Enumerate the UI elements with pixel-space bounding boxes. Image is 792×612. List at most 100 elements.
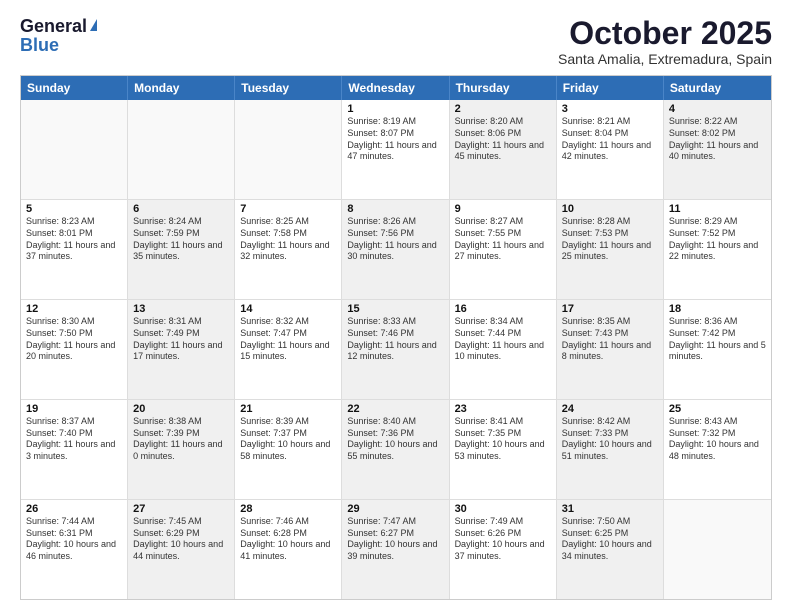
day-number: 31: [562, 503, 658, 515]
day-details: Sunrise: 7:50 AM Sunset: 6:25 PM Dayligh…: [562, 516, 658, 563]
day-number: 13: [133, 303, 229, 315]
day-number: 8: [347, 203, 443, 215]
day-cell-20: 20Sunrise: 8:38 AM Sunset: 7:39 PM Dayli…: [128, 400, 235, 499]
day-cell-2: 2Sunrise: 8:20 AM Sunset: 8:06 PM Daylig…: [450, 100, 557, 199]
day-header-sunday: Sunday: [21, 76, 128, 100]
day-number: 29: [347, 503, 443, 515]
day-details: Sunrise: 7:46 AM Sunset: 6:28 PM Dayligh…: [240, 516, 336, 563]
day-number: 1: [347, 103, 443, 115]
day-cell-6: 6Sunrise: 8:24 AM Sunset: 7:59 PM Daylig…: [128, 200, 235, 299]
day-details: Sunrise: 8:32 AM Sunset: 7:47 PM Dayligh…: [240, 316, 336, 363]
calendar-row-1: 5Sunrise: 8:23 AM Sunset: 8:01 PM Daylig…: [21, 199, 771, 299]
day-header-friday: Friday: [557, 76, 664, 100]
day-cell-13: 13Sunrise: 8:31 AM Sunset: 7:49 PM Dayli…: [128, 300, 235, 399]
logo: General Blue: [20, 16, 97, 56]
day-number: 17: [562, 303, 658, 315]
calendar-row-2: 12Sunrise: 8:30 AM Sunset: 7:50 PM Dayli…: [21, 299, 771, 399]
day-details: Sunrise: 8:22 AM Sunset: 8:02 PM Dayligh…: [669, 116, 766, 163]
empty-cell: [235, 100, 342, 199]
day-cell-25: 25Sunrise: 8:43 AM Sunset: 7:32 PM Dayli…: [664, 400, 771, 499]
day-details: Sunrise: 8:28 AM Sunset: 7:53 PM Dayligh…: [562, 216, 658, 263]
logo-line1: General: [20, 16, 97, 37]
day-cell-17: 17Sunrise: 8:35 AM Sunset: 7:43 PM Dayli…: [557, 300, 664, 399]
day-details: Sunrise: 8:42 AM Sunset: 7:33 PM Dayligh…: [562, 416, 658, 463]
location-subtitle: Santa Amalia, Extremadura, Spain: [558, 51, 772, 67]
day-details: Sunrise: 8:40 AM Sunset: 7:36 PM Dayligh…: [347, 416, 443, 463]
day-details: Sunrise: 8:26 AM Sunset: 7:56 PM Dayligh…: [347, 216, 443, 263]
day-details: Sunrise: 8:33 AM Sunset: 7:46 PM Dayligh…: [347, 316, 443, 363]
day-cell-15: 15Sunrise: 8:33 AM Sunset: 7:46 PM Dayli…: [342, 300, 449, 399]
calendar: SundayMondayTuesdayWednesdayThursdayFrid…: [20, 75, 772, 600]
day-details: Sunrise: 7:47 AM Sunset: 6:27 PM Dayligh…: [347, 516, 443, 563]
day-details: Sunrise: 8:30 AM Sunset: 7:50 PM Dayligh…: [26, 316, 122, 363]
day-details: Sunrise: 8:37 AM Sunset: 7:40 PM Dayligh…: [26, 416, 122, 463]
day-details: Sunrise: 8:39 AM Sunset: 7:37 PM Dayligh…: [240, 416, 336, 463]
day-details: Sunrise: 8:36 AM Sunset: 7:42 PM Dayligh…: [669, 316, 766, 363]
day-number: 20: [133, 403, 229, 415]
empty-cell: [664, 500, 771, 599]
day-cell-19: 19Sunrise: 8:37 AM Sunset: 7:40 PM Dayli…: [21, 400, 128, 499]
day-number: 11: [669, 203, 766, 215]
day-number: 27: [133, 503, 229, 515]
calendar-row-0: 1Sunrise: 8:19 AM Sunset: 8:07 PM Daylig…: [21, 100, 771, 199]
empty-cell: [128, 100, 235, 199]
calendar-row-4: 26Sunrise: 7:44 AM Sunset: 6:31 PM Dayli…: [21, 499, 771, 599]
day-number: 22: [347, 403, 443, 415]
calendar-row-3: 19Sunrise: 8:37 AM Sunset: 7:40 PM Dayli…: [21, 399, 771, 499]
calendar-body: 1Sunrise: 8:19 AM Sunset: 8:07 PM Daylig…: [21, 100, 771, 599]
day-details: Sunrise: 8:20 AM Sunset: 8:06 PM Dayligh…: [455, 116, 551, 163]
day-number: 18: [669, 303, 766, 315]
month-title: October 2025: [558, 16, 772, 51]
day-cell-28: 28Sunrise: 7:46 AM Sunset: 6:28 PM Dayli…: [235, 500, 342, 599]
day-details: Sunrise: 8:34 AM Sunset: 7:44 PM Dayligh…: [455, 316, 551, 363]
day-cell-29: 29Sunrise: 7:47 AM Sunset: 6:27 PM Dayli…: [342, 500, 449, 599]
day-number: 23: [455, 403, 551, 415]
day-number: 16: [455, 303, 551, 315]
day-details: Sunrise: 8:31 AM Sunset: 7:49 PM Dayligh…: [133, 316, 229, 363]
title-area: October 2025 Santa Amalia, Extremadura, …: [558, 16, 772, 67]
day-number: 6: [133, 203, 229, 215]
day-number: 15: [347, 303, 443, 315]
day-number: 28: [240, 503, 336, 515]
day-number: 19: [26, 403, 122, 415]
day-cell-11: 11Sunrise: 8:29 AM Sunset: 7:52 PM Dayli…: [664, 200, 771, 299]
day-cell-3: 3Sunrise: 8:21 AM Sunset: 8:04 PM Daylig…: [557, 100, 664, 199]
day-details: Sunrise: 8:43 AM Sunset: 7:32 PM Dayligh…: [669, 416, 766, 463]
day-cell-30: 30Sunrise: 7:49 AM Sunset: 6:26 PM Dayli…: [450, 500, 557, 599]
day-number: 9: [455, 203, 551, 215]
day-details: Sunrise: 7:44 AM Sunset: 6:31 PM Dayligh…: [26, 516, 122, 563]
day-details: Sunrise: 8:29 AM Sunset: 7:52 PM Dayligh…: [669, 216, 766, 263]
day-details: Sunrise: 8:23 AM Sunset: 8:01 PM Dayligh…: [26, 216, 122, 263]
day-details: Sunrise: 8:41 AM Sunset: 7:35 PM Dayligh…: [455, 416, 551, 463]
day-header-saturday: Saturday: [664, 76, 771, 100]
day-header-wednesday: Wednesday: [342, 76, 449, 100]
day-cell-8: 8Sunrise: 8:26 AM Sunset: 7:56 PM Daylig…: [342, 200, 449, 299]
day-cell-10: 10Sunrise: 8:28 AM Sunset: 7:53 PM Dayli…: [557, 200, 664, 299]
day-header-monday: Monday: [128, 76, 235, 100]
day-cell-12: 12Sunrise: 8:30 AM Sunset: 7:50 PM Dayli…: [21, 300, 128, 399]
day-cell-16: 16Sunrise: 8:34 AM Sunset: 7:44 PM Dayli…: [450, 300, 557, 399]
empty-cell: [21, 100, 128, 199]
day-number: 26: [26, 503, 122, 515]
day-cell-27: 27Sunrise: 7:45 AM Sunset: 6:29 PM Dayli…: [128, 500, 235, 599]
day-details: Sunrise: 8:19 AM Sunset: 8:07 PM Dayligh…: [347, 116, 443, 163]
day-cell-31: 31Sunrise: 7:50 AM Sunset: 6:25 PM Dayli…: [557, 500, 664, 599]
day-details: Sunrise: 8:21 AM Sunset: 8:04 PM Dayligh…: [562, 116, 658, 163]
day-number: 2: [455, 103, 551, 115]
day-cell-24: 24Sunrise: 8:42 AM Sunset: 7:33 PM Dayli…: [557, 400, 664, 499]
day-details: Sunrise: 8:38 AM Sunset: 7:39 PM Dayligh…: [133, 416, 229, 463]
day-number: 12: [26, 303, 122, 315]
day-number: 24: [562, 403, 658, 415]
day-number: 21: [240, 403, 336, 415]
day-number: 25: [669, 403, 766, 415]
day-cell-21: 21Sunrise: 8:39 AM Sunset: 7:37 PM Dayli…: [235, 400, 342, 499]
day-details: Sunrise: 8:35 AM Sunset: 7:43 PM Dayligh…: [562, 316, 658, 363]
day-cell-1: 1Sunrise: 8:19 AM Sunset: 8:07 PM Daylig…: [342, 100, 449, 199]
calendar-header: SundayMondayTuesdayWednesdayThursdayFrid…: [21, 76, 771, 100]
day-details: Sunrise: 8:27 AM Sunset: 7:55 PM Dayligh…: [455, 216, 551, 263]
header: General Blue October 2025 Santa Amalia, …: [20, 16, 772, 67]
logo-general-text: General: [20, 16, 87, 37]
day-header-thursday: Thursday: [450, 76, 557, 100]
page: General Blue October 2025 Santa Amalia, …: [0, 0, 792, 612]
day-number: 4: [669, 103, 766, 115]
